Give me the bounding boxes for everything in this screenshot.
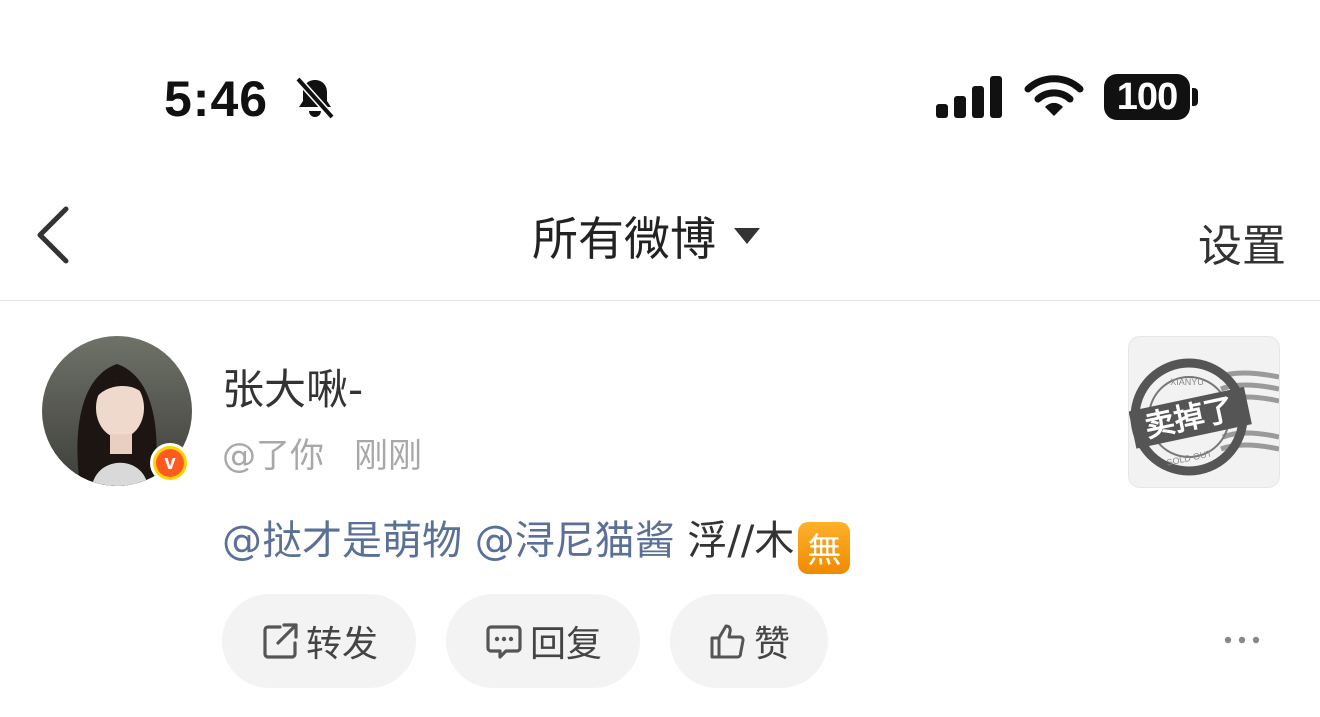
- post-meta: @了你 刚刚: [222, 428, 422, 477]
- reply-label: 回复: [530, 624, 603, 665]
- post-time: 刚刚: [354, 436, 422, 476]
- status-time: 5:46: [164, 71, 269, 127]
- sold-out-stamp-image: 卖掉了 XIANYU SOLD OUT: [1129, 358, 1279, 476]
- post-username[interactable]: 张大啾-: [222, 356, 363, 417]
- caret-down-icon: [734, 228, 760, 244]
- thumbs-up-icon: [710, 624, 745, 659]
- verified-badge-icon: v: [150, 443, 190, 483]
- mention-link[interactable]: @浔尼猫酱: [475, 518, 675, 564]
- feed-filter-dropdown[interactable]: 所有微博: [532, 206, 760, 266]
- post-thumbnail[interactable]: 卖掉了 XIANYU SOLD OUT: [1128, 336, 1280, 488]
- wifi-icon: [1024, 75, 1084, 116]
- post-content: @挞才是萌物 @浔尼猫酱 浮//木無: [222, 508, 851, 574]
- repost-button[interactable]: 转发: [222, 594, 417, 688]
- post-actions: 转发 回复 赞: [222, 594, 829, 688]
- battery-tip: [1192, 88, 1198, 106]
- cellular-signal-icon: [936, 76, 1002, 118]
- reply-button[interactable]: 回复: [446, 594, 641, 688]
- bell-muted-icon: [295, 76, 335, 120]
- stamp-top-text: XIANYU: [1170, 377, 1204, 387]
- repost-label: 转发: [306, 624, 379, 665]
- share-icon: [263, 623, 298, 659]
- more-options-icon[interactable]: [1222, 630, 1262, 650]
- post-handle: @了你: [222, 436, 324, 476]
- like-button[interactable]: 赞: [670, 594, 829, 688]
- back-arrow-icon[interactable]: [34, 205, 74, 265]
- battery-level: 100: [1116, 75, 1178, 118]
- emoji-badge: 無: [798, 521, 851, 574]
- mention-link[interactable]: @挞才是萌物: [222, 518, 462, 564]
- battery-indicator: 100: [1104, 74, 1190, 120]
- settings-button[interactable]: 设置: [1198, 210, 1286, 274]
- header-divider: [0, 300, 1320, 301]
- comment-icon: [486, 625, 522, 659]
- like-label: 赞: [754, 624, 791, 665]
- nav-title: 所有微博: [532, 212, 716, 266]
- post-text: 浮//木: [674, 518, 795, 564]
